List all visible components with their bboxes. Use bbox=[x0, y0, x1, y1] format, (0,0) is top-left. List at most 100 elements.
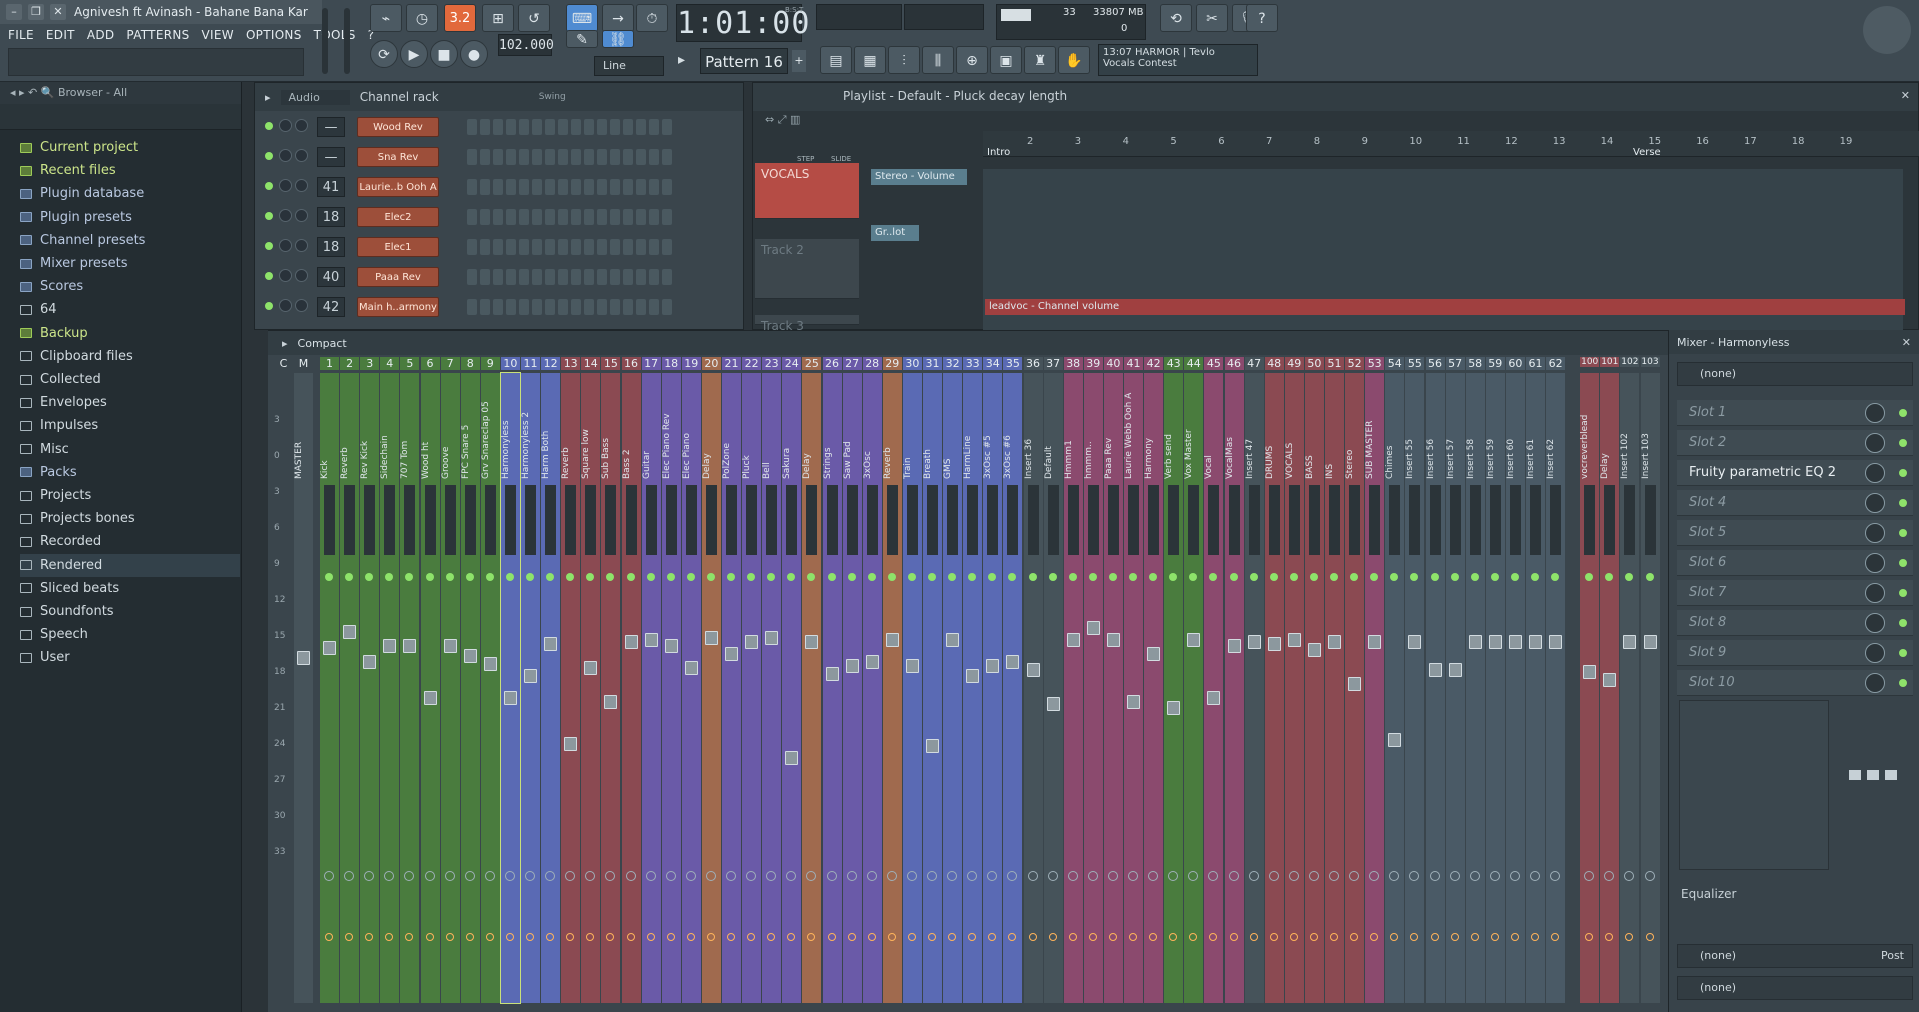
mixer-strip[interactable]: 3xOsc #5 bbox=[983, 373, 1003, 1003]
mixer-fader[interactable] bbox=[1187, 633, 1201, 647]
mixer-stereo-knob[interactable] bbox=[1584, 871, 1595, 881]
mixer-strip[interactable]: VOCALS bbox=[1284, 373, 1304, 1003]
mixer-record-arm[interactable] bbox=[1008, 933, 1017, 941]
channel-pan-knob[interactable] bbox=[279, 209, 292, 222]
step-sequencer[interactable] bbox=[467, 269, 672, 285]
mixer-mute-led[interactable] bbox=[1048, 573, 1057, 581]
step-button[interactable] bbox=[493, 119, 503, 135]
mixer-mute-led[interactable] bbox=[1350, 573, 1359, 581]
step-button[interactable] bbox=[467, 239, 477, 255]
step-button[interactable] bbox=[571, 119, 581, 135]
mixer-stereo-knob[interactable] bbox=[1409, 871, 1420, 881]
mixer-fader[interactable] bbox=[403, 639, 417, 653]
mixer-stereo-knob[interactable] bbox=[1449, 871, 1460, 881]
pattern-prev-icon[interactable]: ▸ bbox=[678, 46, 698, 74]
step-button[interactable] bbox=[597, 299, 607, 315]
step-button[interactable] bbox=[597, 119, 607, 135]
channel-rack-menu-icon[interactable]: ▸ bbox=[265, 91, 271, 104]
loop-icon[interactable]: ⟳ bbox=[370, 40, 398, 68]
metronome-icon[interactable]: ◷ bbox=[406, 4, 438, 32]
mixer-stereo-knob[interactable] bbox=[1208, 871, 1219, 881]
mixer-record-arm[interactable] bbox=[1048, 933, 1057, 941]
mixer-mute-led[interactable] bbox=[626, 573, 635, 581]
channel-volume-knob[interactable] bbox=[295, 269, 308, 282]
effect-slot[interactable]: Slot 2 bbox=[1677, 430, 1913, 456]
mixer-mute-led[interactable] bbox=[425, 573, 434, 581]
marker-verse[interactable]: Verse bbox=[1633, 147, 1661, 158]
mixer-mute-led[interactable] bbox=[505, 573, 514, 581]
mixer-stereo-knob[interactable] bbox=[1329, 871, 1339, 881]
mixer-record-arm[interactable] bbox=[526, 933, 534, 941]
mixer-strip[interactable]: hmmm.. bbox=[1083, 373, 1103, 1003]
mixer-mute-led[interactable] bbox=[787, 573, 796, 581]
mixer-fader[interactable] bbox=[1127, 695, 1140, 709]
mixer-fader[interactable] bbox=[1643, 635, 1657, 649]
mixer-strip[interactable]: Insert 36 bbox=[1023, 373, 1043, 1003]
mixer-strip[interactable]: Insert 61 bbox=[1526, 373, 1545, 1003]
mixer-record-arm[interactable] bbox=[1289, 933, 1298, 941]
mixer-strip[interactable]: vocreverblead bbox=[1580, 373, 1600, 1003]
browser-item[interactable]: Collected bbox=[20, 368, 240, 391]
menu-add[interactable]: ADD bbox=[87, 28, 115, 42]
undo-history-icon[interactable]: ⟲ bbox=[1160, 4, 1192, 32]
step-button[interactable] bbox=[532, 149, 542, 165]
mixer-record-arm[interactable] bbox=[566, 933, 575, 941]
mixer-strip-master[interactable]: MASTER bbox=[294, 373, 313, 1003]
mixer-record-arm[interactable] bbox=[1088, 933, 1097, 941]
mixer-record-arm[interactable] bbox=[425, 933, 434, 941]
mixer-fader[interactable] bbox=[785, 751, 799, 765]
mixer-window-icon[interactable]: ⫼ bbox=[922, 46, 954, 74]
mixer-stereo-knob[interactable] bbox=[1604, 871, 1615, 881]
step-button[interactable] bbox=[558, 149, 568, 165]
mixer-fader[interactable] bbox=[443, 639, 457, 653]
master-pitch-slider[interactable] bbox=[344, 8, 350, 74]
mixer-stereo-knob[interactable] bbox=[1228, 871, 1239, 881]
channel-name-button[interactable]: Paaa Rev bbox=[357, 267, 439, 287]
mixer-mute-led[interactable] bbox=[345, 573, 354, 581]
step-button[interactable] bbox=[545, 149, 555, 165]
mixer-record-arm[interactable] bbox=[345, 933, 354, 941]
step-button[interactable] bbox=[662, 269, 672, 285]
close-button[interactable]: ✕ bbox=[50, 4, 66, 20]
step-button[interactable] bbox=[597, 149, 607, 165]
effect-enable-led[interactable] bbox=[1899, 619, 1907, 627]
step-sequencer[interactable] bbox=[467, 239, 672, 255]
mixer-strip[interactable]: Bass 2 bbox=[621, 373, 641, 1003]
mixer-strip[interactable]: Insert 59 bbox=[1485, 373, 1505, 1003]
mixer-record-arm[interactable] bbox=[1410, 933, 1419, 941]
mixer-stereo-knob[interactable] bbox=[545, 871, 556, 881]
step-button[interactable] bbox=[584, 239, 594, 255]
channel-mute-led[interactable] bbox=[265, 242, 273, 250]
mixer-strip[interactable]: 3xOsc #6 bbox=[1003, 373, 1023, 1003]
mixer-fader[interactable] bbox=[297, 651, 310, 665]
step-button[interactable] bbox=[610, 299, 620, 315]
effect-enable-led[interactable] bbox=[1899, 589, 1907, 597]
step-button[interactable] bbox=[649, 179, 659, 195]
mixer-stereo-knob[interactable] bbox=[685, 871, 696, 881]
mixer-fader[interactable] bbox=[1488, 635, 1502, 649]
step-button[interactable] bbox=[558, 119, 568, 135]
mixer-record-arm[interactable] bbox=[646, 933, 655, 941]
mixer-mute-led[interactable] bbox=[1551, 573, 1560, 581]
mixer-stereo-knob[interactable] bbox=[906, 871, 917, 881]
mixer-fader[interactable] bbox=[644, 633, 658, 647]
output-selector-1[interactable]: (none) Post bbox=[1677, 944, 1913, 968]
mixer-fader[interactable] bbox=[343, 625, 357, 639]
mixer-stereo-knob[interactable] bbox=[324, 871, 334, 881]
browser-item[interactable]: Recent files bbox=[20, 159, 240, 182]
mixer-record-arm[interactable] bbox=[1350, 933, 1359, 941]
mixer-strip[interactable]: Chimes bbox=[1385, 373, 1405, 1003]
browser-item[interactable]: Rendered bbox=[20, 553, 240, 577]
channel-row[interactable]: — Sna Rev bbox=[255, 143, 745, 171]
mixer-stereo-knob[interactable] bbox=[565, 871, 576, 881]
step-sequencer[interactable] bbox=[467, 209, 672, 225]
channel-volume-knob[interactable] bbox=[295, 149, 308, 162]
plugin-picker-icon[interactable]: ⊕ bbox=[956, 46, 988, 74]
mixer-mute-led[interactable] bbox=[1289, 573, 1298, 581]
mixer-record-arm[interactable] bbox=[887, 933, 896, 941]
mixer-stereo-knob[interactable] bbox=[645, 871, 656, 881]
mixer-strip[interactable]: Sub Bass bbox=[601, 373, 621, 1003]
channel-name-button[interactable]: Sna Rev bbox=[357, 147, 439, 167]
browser-item[interactable]: Soundfonts bbox=[20, 600, 240, 623]
step-button[interactable] bbox=[519, 269, 529, 285]
